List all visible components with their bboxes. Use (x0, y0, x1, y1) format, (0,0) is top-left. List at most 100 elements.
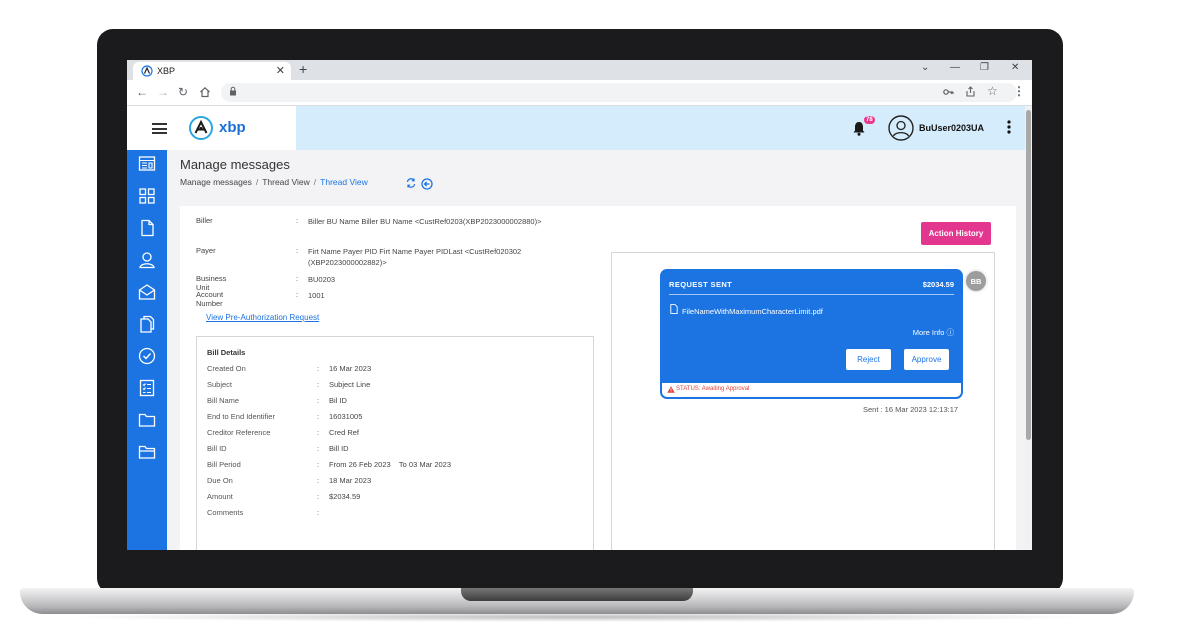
browser-toolbar: ← → ↻ ☆ ⋮ (127, 80, 1032, 106)
bookmark-star-icon[interactable]: ☆ (987, 84, 998, 98)
username-label[interactable]: BuUser0203UA (919, 123, 984, 133)
reject-button[interactable]: Reject (846, 349, 891, 370)
sidebar-folder-icon[interactable] (138, 411, 156, 429)
home-icon[interactable] (199, 86, 211, 98)
xbp-logo-icon[interactable] (187, 114, 215, 142)
sidebar-folder-open-icon[interactable] (138, 443, 156, 461)
account-number-value: 1001 (308, 291, 325, 300)
breadcrumb-item-manage-messages[interactable]: Manage messages (180, 177, 252, 187)
breadcrumb-separator: / (313, 177, 317, 187)
sidebar-document-icon[interactable] (138, 219, 156, 237)
sidebar-grid-icon[interactable] (138, 187, 156, 205)
breadcrumb-item-thread-view[interactable]: Thread View (262, 177, 310, 187)
window-close-icon[interactable]: ✕ (1011, 62, 1019, 73)
notification-badge: 78 (864, 116, 875, 124)
message-heading: REQUEST SENT (669, 280, 733, 289)
key-icon[interactable] (943, 88, 954, 96)
bill-value: Subject Line (329, 380, 371, 389)
bill-details-box: Bill Details Created On : 16 Mar 2023 Su… (196, 336, 594, 550)
approve-button[interactable]: Approve (904, 349, 949, 370)
status-text: STATUS: Awaiting Approval (676, 386, 750, 392)
share-icon[interactable] (965, 86, 976, 97)
warning-icon (667, 386, 675, 393)
biller-label: Biller (196, 216, 213, 225)
bill-label: Subject (207, 380, 233, 389)
file-icon (670, 304, 678, 314)
lock-icon (230, 86, 236, 96)
xbp-logo-text[interactable]: xbp (219, 119, 246, 136)
bill-colon: : (317, 492, 320, 501)
bill-colon: : (317, 396, 320, 405)
bill-value: Bill ID (329, 444, 349, 453)
payer-value: Firt Name Payer PID Firt Name Payer PIDL… (308, 247, 522, 267)
page-scrollbar[interactable] (1025, 106, 1032, 550)
bill-label: Created On (207, 364, 246, 373)
sidebar (127, 150, 167, 550)
bill-row-bill-id: Bill ID : Bill ID (207, 444, 587, 454)
sidebar-dashboard-icon[interactable] (138, 155, 156, 173)
bill-row-subject: Subject : Subject Line (207, 380, 587, 390)
back-arrow-circle-icon[interactable] (421, 178, 433, 190)
laptop-screen: XBP ✕ + ⌄ — ❐ ✕ ← → ↻ ☆ ⋮ xbp 78 BuUser0… (127, 60, 1032, 550)
sidebar-files-icon[interactable] (138, 315, 156, 333)
bill-row-creditor-reference: Creditor Reference : Cred Ref (207, 428, 587, 438)
request-message-card: REQUEST SENT $2034.59 FileNameWithMaximu… (660, 269, 963, 399)
xbp-favicon-icon (141, 65, 153, 77)
account-number-colon: : (296, 290, 299, 299)
user-avatar-icon[interactable] (888, 115, 914, 141)
status-bar: STATUS: Awaiting Approval (662, 383, 961, 397)
refresh-icon[interactable] (405, 177, 417, 189)
browser-tab[interactable]: XBP ✕ (133, 62, 291, 80)
more-info-link[interactable]: More Info ⓘ (913, 327, 954, 338)
back-icon[interactable]: ← (136, 85, 148, 99)
bill-label: Creditor Reference (207, 428, 271, 437)
bill-row-bill-name: Bill Name : Bil ID (207, 396, 587, 406)
bill-colon: : (317, 460, 320, 469)
tab-title: XBP (157, 66, 176, 76)
logo-area: xbp (127, 106, 296, 150)
breadcrumb-item-current: Thread View (320, 177, 368, 187)
bill-value: Cred Ref (329, 428, 360, 437)
bill-row-created-on: Created On : 16 Mar 2023 (207, 364, 587, 374)
restore-icon[interactable]: ❐ (980, 62, 989, 73)
message-detail-card: Biller : Biller BU Name Biller BU Name <… (180, 206, 1016, 550)
business-unit-value: BU0203 (308, 275, 336, 284)
bill-row-end-to-end: End to End Identifier : 16031005 (207, 412, 587, 422)
message-divider (669, 294, 954, 295)
biller-colon: : (296, 216, 299, 225)
bill-label: End to End Identifier (207, 412, 275, 421)
address-bar[interactable] (221, 83, 1017, 102)
bill-colon: : (317, 476, 320, 485)
user-menu-kebab-icon[interactable] (1007, 120, 1011, 134)
bill-label: Comments (207, 508, 244, 517)
tab-search-icon[interactable]: ⌄ (921, 62, 929, 73)
message-amount: $2034.59 (922, 280, 954, 289)
sidebar-checklist-icon[interactable] (138, 379, 156, 397)
reload-icon[interactable]: ↻ (178, 85, 188, 99)
sidebar-user-icon[interactable] (138, 251, 156, 269)
forward-icon[interactable]: → (157, 85, 169, 99)
scrollbar-thumb[interactable] (1026, 110, 1031, 440)
page-title: Manage messages (180, 157, 290, 172)
breadcrumb: Manage messages / Thread View / Thread View (180, 177, 368, 187)
bill-row-bill-period: Bill Period : From 26 Feb 2023 To 03 Mar… (207, 460, 587, 470)
bill-row-comments: Comments : (207, 508, 587, 518)
bill-label: Amount (207, 492, 233, 501)
new-tab-button[interactable]: + (299, 61, 307, 77)
bill-colon: : (317, 380, 320, 389)
bill-label: Bill Period (207, 460, 241, 469)
business-unit-colon: : (296, 274, 299, 283)
hamburger-menu-icon[interactable] (152, 123, 167, 134)
tab-close-icon[interactable]: ✕ (276, 64, 285, 77)
sidebar-mail-icon[interactable] (138, 283, 156, 301)
bill-colon: : (317, 412, 320, 421)
view-preauth-link[interactable]: View Pre-Authorization Request (206, 313, 319, 322)
bill-row-amount: Amount : $2034.59 (207, 492, 587, 502)
bill-value: $2034.59 (329, 492, 361, 501)
attachment-file-name[interactable]: FileNameWithMaximumCharacterLimit.pdf (682, 307, 823, 316)
browser-menu-icon[interactable]: ⋮ (1013, 84, 1025, 98)
app-header: xbp 78 BuUser0203UA (127, 106, 1025, 150)
action-history-button[interactable]: Action History (921, 222, 991, 245)
minimize-icon[interactable]: — (950, 62, 960, 73)
sidebar-check-circle-icon[interactable] (138, 347, 156, 365)
